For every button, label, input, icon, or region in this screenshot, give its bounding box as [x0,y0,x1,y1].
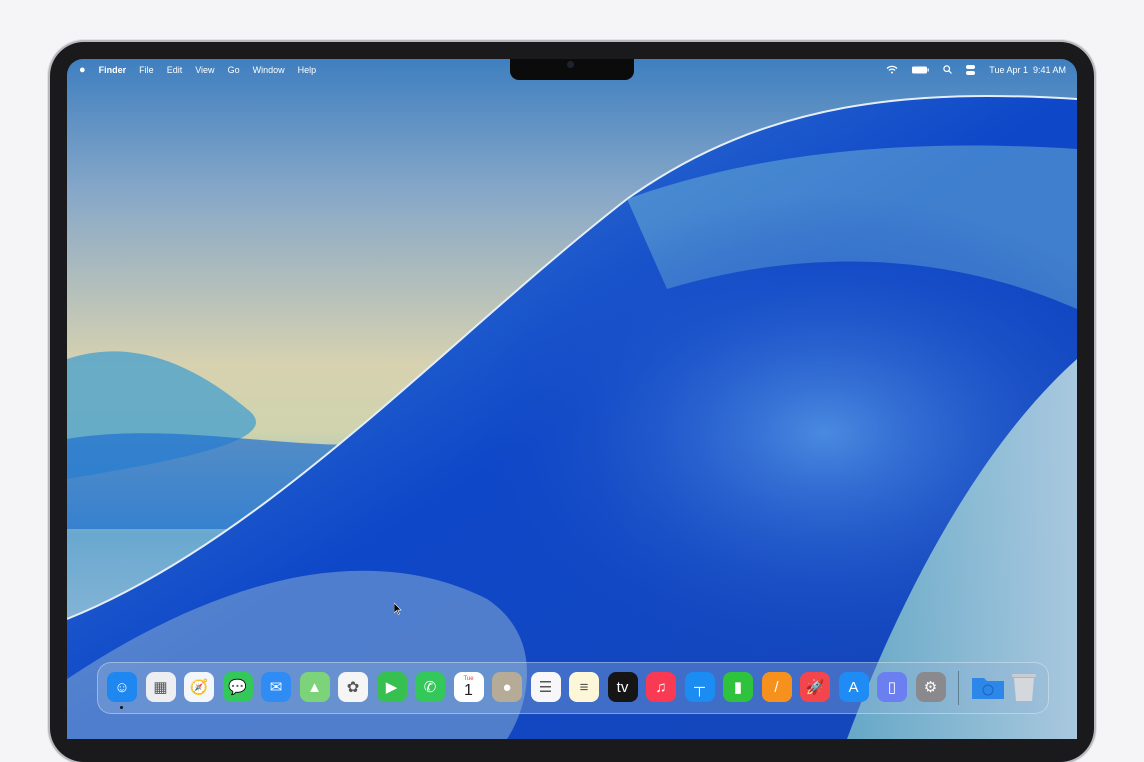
dock-app-messages[interactable]: 💬 [222,672,253,702]
iphone-mirroring-icon: ▯ [887,679,897,696]
phone-icon: ✆ [423,679,437,696]
pages-icon: / [774,678,779,696]
dock-app-notes[interactable]: ≡ [569,672,599,702]
dock-app-keynote[interactable]: ┬ [684,672,715,702]
dock-app-system-settings[interactable]: ⚙ [915,672,946,702]
mail-icon: ✉ [269,679,283,696]
camera-notch [510,59,634,80]
tv-icon: tv [616,678,629,696]
camera [567,61,574,68]
maps-icon: ▲ [307,678,322,696]
music-icon: ♫ [655,678,667,696]
dock-app-finder[interactable]: ☺ [107,672,137,702]
dock-app-pages[interactable]: / [761,672,792,702]
messages-icon: 💬 [228,679,247,696]
desktop[interactable] [67,59,1077,739]
apple-menu-icon[interactable]: ● [79,64,86,76]
app-store-icon: A [848,678,859,696]
dock-app-safari[interactable]: 🧭 [184,672,214,702]
dock-app-phone[interactable]: ✆ [415,672,445,702]
menu-app-name[interactable]: Finder [99,65,127,75]
dock-app-launchpad[interactable]: ▦ [145,672,176,702]
dock-app-photos[interactable]: ✿ [338,672,368,702]
downloads-stack[interactable] [971,672,1005,702]
contacts-icon: ● [502,678,512,696]
photos-icon: ✿ [346,679,360,696]
facetime-icon: ▶ [385,679,398,696]
dock-app-reminders[interactable]: ☰ [530,672,561,702]
dock-app-rocket[interactable]: 🚀 [800,672,830,702]
dock-separator [958,671,959,705]
finder-icon: ☺ [114,678,130,696]
dock-app-mail[interactable]: ✉ [261,672,291,702]
dock-app-numbers[interactable]: ▮ [723,672,753,702]
rocket-icon: 🚀 [805,679,825,696]
wallpaper [67,59,1077,739]
launchpad-icon: ▦ [153,679,168,696]
menu-go[interactable]: Go [228,65,240,75]
trash-icon [1012,674,1036,701]
folder-icon [972,678,1004,699]
menu-edit[interactable]: Edit [167,65,183,75]
wifi-icon[interactable] [886,65,898,74]
mouse-pointer-icon [394,603,402,615]
dock-app-iphone-mirroring[interactable]: ▯ [877,672,907,702]
dock-app-contacts[interactable]: ● [492,672,522,702]
dock-app-music[interactable]: ♫ [646,672,676,702]
dock: ☺ ▦ 🧭 💬 ✉ ▲ ✿ ▶ ✆ Tue 1 ● ☰ ≡ tv ♫ ┬ ▮ / 🚀 A ▯ ⚙ [97,662,1049,714]
reminders-icon: ☰ [538,679,553,696]
dock-app-facetime[interactable]: ▶ [376,672,407,702]
dock-app-tv[interactable]: tv [607,672,638,702]
system-settings-icon: ⚙ [923,679,938,696]
dock-app-maps[interactable]: ▲ [299,672,330,702]
keynote-icon: ┬ [694,678,705,696]
menu-file[interactable]: File [139,65,154,75]
safari-icon: 🧭 [189,679,209,696]
trash[interactable] [1009,672,1039,702]
numbers-icon: ▮ [733,679,743,696]
dock-app-app-store[interactable]: A [838,672,869,702]
calendar-icon: 1 [464,681,473,699]
finder-running-indicator [120,706,123,709]
menu-clock[interactable]: Tue Apr 1 9:41 AM [989,65,1066,75]
menu-view[interactable]: View [195,65,214,75]
control-center-icon[interactable] [966,64,976,75]
menu-window[interactable]: Window [253,65,285,75]
dock-app-calendar[interactable]: Tue 1 [453,672,484,702]
notes-icon: ≡ [579,678,589,696]
menu-help[interactable]: Help [298,65,317,75]
search-icon[interactable] [943,65,953,74]
battery-icon[interactable] [912,66,930,74]
